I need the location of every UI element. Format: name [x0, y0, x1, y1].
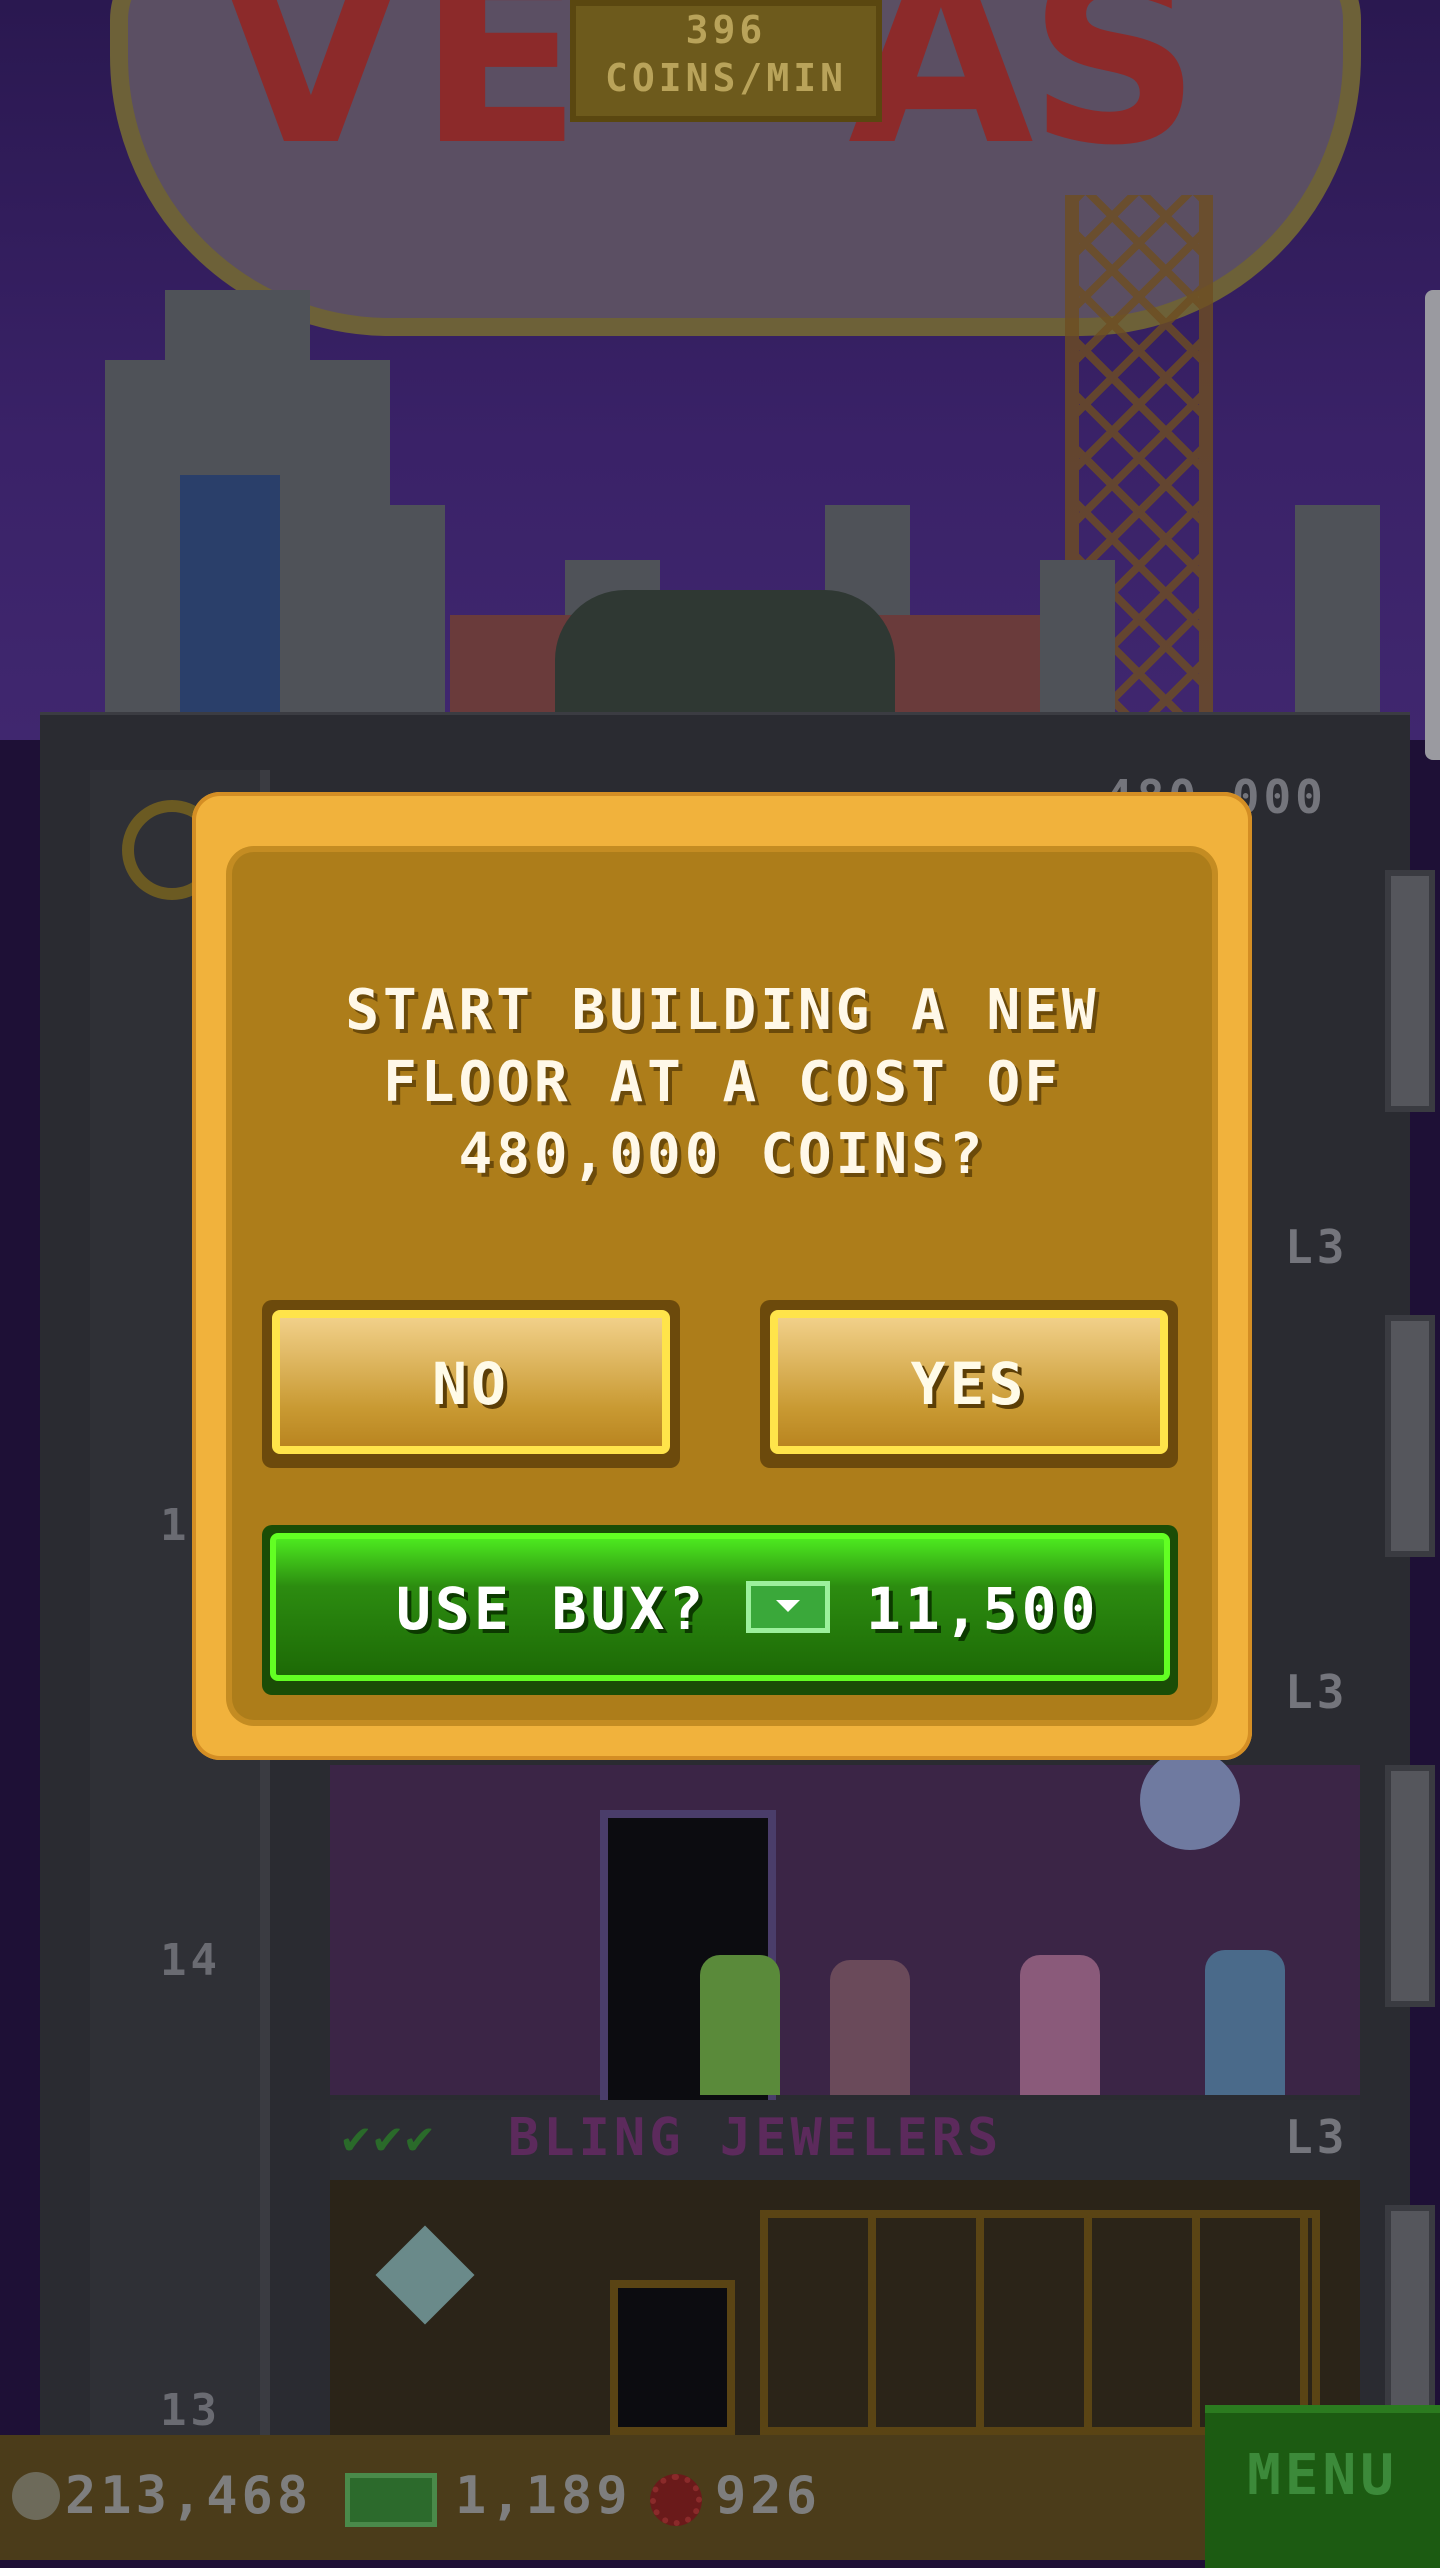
- side-window: [1385, 870, 1435, 1112]
- floor-level-badge: L3: [1285, 2110, 1349, 2164]
- side-window: [1385, 1765, 1435, 2007]
- use-bux-cost: 11,500: [866, 1575, 1100, 1643]
- bux-bill-icon: [746, 1581, 830, 1633]
- coins-rate-value: 396: [685, 8, 767, 52]
- floor-level-badge: L3: [1285, 1220, 1349, 1274]
- jewelry-display-case: [760, 2210, 1320, 2435]
- floor-level-badge: L3: [1285, 1665, 1349, 1719]
- use-bux-label: USE BUX?: [396, 1575, 708, 1643]
- no-button-label: NO: [272, 1310, 670, 1454]
- side-window: [1385, 1315, 1435, 1557]
- coin-icon: [12, 2472, 60, 2520]
- dialog-message: START BUILDING A NEW FLOOR AT A COST OF …: [345, 978, 1100, 1187]
- vegas-letter-e: E: [418, 0, 582, 198]
- rooftop-building: [1295, 505, 1380, 715]
- floor-number: 13: [160, 2385, 221, 2436]
- rooftop-door: [180, 475, 280, 715]
- coins-per-minute-plate: 396 COINS/MIN: [570, 0, 882, 122]
- yes-button-label: YES: [770, 1310, 1168, 1454]
- disco-ball-icon: [1140, 1750, 1240, 1850]
- use-bux-button[interactable]: USE BUX? 11,500: [262, 1525, 1178, 1695]
- coins-count: 213,468: [65, 2466, 313, 2526]
- rooftop-building: [1040, 560, 1115, 715]
- menu-button[interactable]: MENU: [1205, 2405, 1440, 2568]
- bling-door: [610, 2280, 735, 2435]
- scroll-handle[interactable]: [1425, 290, 1440, 760]
- floor-number: 14: [160, 1935, 221, 1986]
- no-button[interactable]: NO: [262, 1300, 680, 1468]
- coins-rate-unit: COINS/MIN: [605, 56, 847, 100]
- bitizen-avatar[interactable]: [1020, 1955, 1100, 2095]
- vegas-letter-s: S: [1028, 0, 1201, 198]
- yes-button[interactable]: YES: [760, 1300, 1178, 1468]
- rooftop-building: [360, 505, 445, 715]
- bitizen-avatar[interactable]: [700, 1955, 780, 2095]
- bux-count: 1,189: [455, 2466, 632, 2526]
- floor-name: BLING JEWELERS: [508, 2108, 1003, 2168]
- bitizen-avatar[interactable]: [830, 1960, 910, 2095]
- vegas-letter-v: V: [218, 0, 404, 198]
- gems-count: 926: [715, 2466, 821, 2526]
- rooftop-trees: [555, 590, 895, 715]
- menu-button-label: MENU: [1247, 2443, 1398, 2508]
- use-bux-button-face: USE BUX? 11,500: [270, 1533, 1170, 1681]
- bitizen-avatar[interactable]: [1205, 1950, 1285, 2095]
- bux-bill-icon: [345, 2473, 437, 2527]
- gem-icon: [650, 2474, 702, 2526]
- stock-check-icon: ✔✔✔: [342, 2110, 438, 2164]
